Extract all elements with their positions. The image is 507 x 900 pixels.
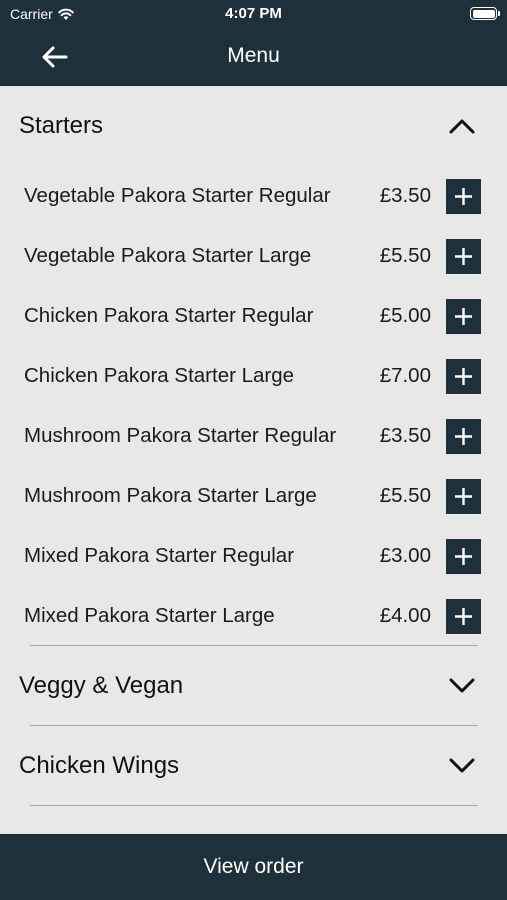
- add-item-button[interactable]: [446, 359, 481, 394]
- app-screen: Carrier 4:07 PM Menu Starters Vegetable …: [0, 0, 507, 900]
- menu-item: Chicken Pakora Starter Large £7.00: [0, 346, 507, 406]
- status-bar: Carrier 4:07 PM: [0, 0, 507, 28]
- chevron-up-icon: [447, 114, 477, 138]
- add-item-button[interactable]: [446, 179, 481, 214]
- item-price: £5.50: [379, 244, 431, 267]
- menu-item: Mushroom Pakora Starter Large £5.50: [0, 466, 507, 526]
- item-name: Chicken Pakora Starter Large: [24, 364, 295, 387]
- plus-icon: [455, 608, 472, 625]
- chevron-down-icon: [447, 674, 477, 698]
- item-name: Mixed Pakora Starter Regular: [24, 544, 295, 567]
- menu-list: Starters Vegetable Pakora Starter Regula…: [0, 86, 507, 834]
- menu-item: Vegetable Pakora Starter Large £5.50: [0, 226, 507, 286]
- item-name: Vegetable Pakora Starter Regular: [24, 184, 331, 207]
- menu-item: Mushroom Pakora Starter Regular £3.50: [0, 406, 507, 466]
- page-title: Menu: [227, 44, 280, 67]
- add-item-button[interactable]: [446, 599, 481, 634]
- menu-item: Mixed Pakora Starter Large £4.00: [0, 586, 507, 646]
- item-name: Mushroom Pakora Starter Regular: [24, 424, 337, 447]
- add-item-button[interactable]: [446, 239, 481, 274]
- plus-icon: [455, 308, 472, 325]
- add-item-button[interactable]: [446, 299, 481, 334]
- chevron-down-icon: [447, 754, 477, 778]
- item-name: Vegetable Pakora Starter Large: [24, 244, 312, 267]
- menu-item: Mixed Pakora Starter Regular £3.00: [0, 526, 507, 586]
- plus-icon: [455, 188, 472, 205]
- view-order-button[interactable]: View order: [0, 834, 507, 900]
- section-title: Chicken Wings: [19, 752, 180, 779]
- plus-icon: [455, 488, 472, 505]
- plus-icon: [455, 248, 472, 265]
- section-header-starters[interactable]: Starters: [0, 86, 507, 166]
- item-price: £5.50: [379, 484, 431, 507]
- item-price: £5.00: [379, 304, 431, 327]
- battery-icon: [470, 7, 500, 20]
- section-divider: [30, 805, 478, 806]
- plus-icon: [455, 548, 472, 565]
- menu-item: Vegetable Pakora Starter Regular £3.50: [0, 166, 507, 226]
- item-price: £7.00: [379, 364, 431, 387]
- section-header-veggy-vegan[interactable]: Veggy & Vegan: [0, 646, 507, 726]
- add-item-button[interactable]: [446, 539, 481, 574]
- menu-item: Chicken Pakora Starter Regular £5.00: [0, 286, 507, 346]
- item-name: Mushroom Pakora Starter Large: [24, 484, 317, 507]
- add-item-button[interactable]: [446, 419, 481, 454]
- plus-icon: [455, 368, 472, 385]
- plus-icon: [455, 428, 472, 445]
- navigation-bar: Menu: [0, 28, 507, 86]
- item-name: Chicken Pakora Starter Regular: [24, 304, 314, 327]
- item-price: £3.50: [379, 184, 431, 207]
- item-price: £3.50: [379, 424, 431, 447]
- item-price: £3.00: [379, 544, 431, 567]
- item-name: Mixed Pakora Starter Large: [24, 604, 275, 627]
- section-title: Veggy & Vegan: [19, 672, 184, 699]
- status-time: 4:07 PM: [225, 5, 282, 22]
- section-header-chicken-wings[interactable]: Chicken Wings: [0, 726, 507, 806]
- item-price: £4.00: [379, 604, 431, 627]
- add-item-button[interactable]: [446, 479, 481, 514]
- section-title: Starters: [19, 112, 104, 139]
